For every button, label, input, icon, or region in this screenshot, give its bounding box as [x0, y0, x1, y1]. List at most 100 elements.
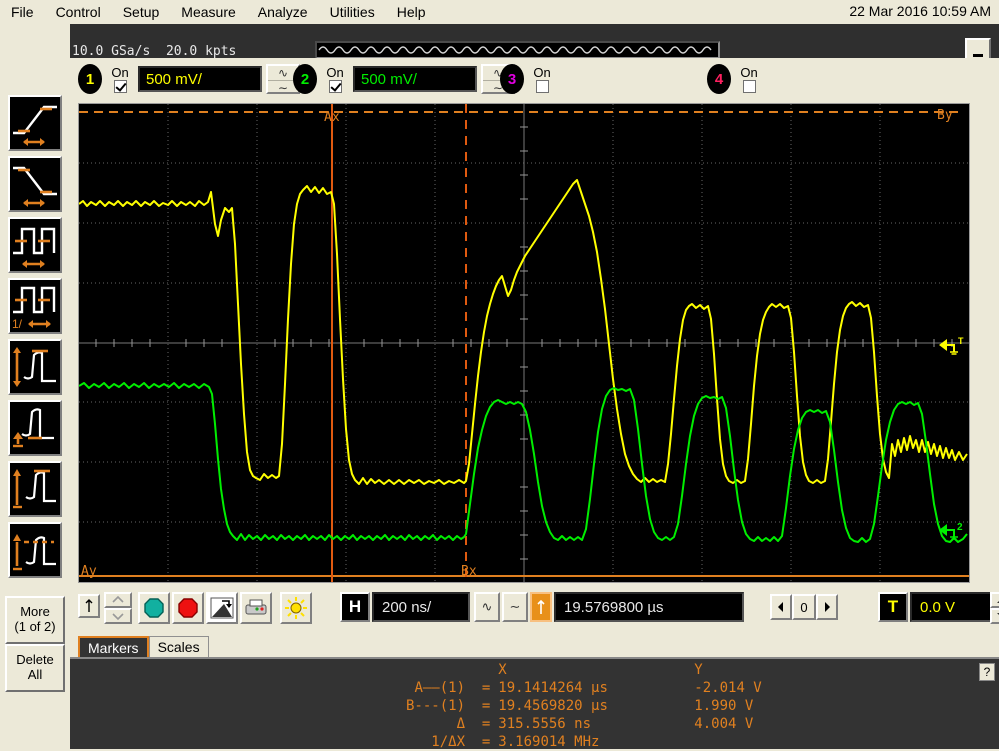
print-button[interactable] [240, 592, 272, 624]
marker-results-table: X Y A——(1) = 19.1414264 µs -2.014 V B---… [406, 661, 762, 751]
results-y-a: -2.014 V [694, 680, 762, 696]
spinner-up-button[interactable] [104, 592, 132, 608]
timebase-mode-icon: ∼ [509, 599, 521, 614]
results-x-b: 19.4569820 µs [498, 698, 608, 714]
menu-item-help[interactable]: Help [386, 2, 437, 22]
nav-next-button[interactable] [816, 594, 838, 620]
sample-rate-label: 10.0 GSa/s 20.0 kpts [72, 44, 236, 59]
channel-4-checkbox[interactable] [742, 79, 756, 93]
channel-group-2: 2 On 500 mV/ ∿ ∼ [293, 62, 515, 96]
delay-reference-button[interactable] [530, 592, 552, 622]
results-header-spacer [406, 661, 498, 679]
horizontal-scale-button[interactable]: H [340, 592, 370, 622]
channel-2-ground-marker[interactable]: 2 [937, 521, 969, 544]
nav-prev-button[interactable] [770, 594, 792, 620]
fall-time-icon[interactable] [8, 156, 62, 212]
marker-bx-label[interactable]: Bx [461, 564, 477, 579]
chevron-down-icon [112, 613, 124, 621]
delete-all-button[interactable]: Delete All [5, 644, 65, 692]
graticule-grid [79, 104, 969, 582]
delay-ref-arrow-icon [537, 599, 545, 614]
spinner-control[interactable] [104, 592, 132, 624]
single-button[interactable] [206, 592, 238, 624]
menu-item-setup[interactable]: Setup [112, 2, 171, 22]
nav-value-field[interactable]: 0 [792, 594, 816, 620]
delay-value-field[interactable]: 19.5769800 µs [554, 592, 744, 622]
channel-4-badge[interactable]: 4 [707, 64, 731, 94]
menu-item-file[interactable]: File [0, 2, 45, 22]
timebase-mode-button[interactable]: ∼ [502, 592, 528, 622]
frequency-icon[interactable]: 1/ [8, 278, 62, 334]
channel-control-row: 1 On 500 mV/ ∿ ∼ 2 On 500 mV/ ∿ ∼ 3 On 4… [70, 58, 999, 102]
more-measurements-button[interactable]: More (1 of 2) [5, 596, 65, 644]
marker-ay-label[interactable]: Ay [81, 564, 97, 579]
top-level-icon[interactable] [8, 461, 62, 517]
results-x-a: 19.1414264 µs [498, 680, 608, 696]
marker-results-panel: X Y A——(1) = 19.1414264 µs -2.014 V B---… [70, 657, 999, 751]
results-header-y: Y [694, 662, 703, 678]
results-label-invdelta: 1/ΔX = [431, 734, 491, 750]
ground-arrow-icon: 2 [939, 522, 963, 540]
acquisition-mode-button[interactable]: ∿ [474, 592, 500, 622]
pulse-width-icon[interactable] [8, 217, 62, 273]
channel-3-checkbox[interactable] [535, 79, 549, 93]
channel-2-enable[interactable]: On [321, 66, 349, 93]
nav-value: 0 [800, 599, 808, 615]
menu-item-analyze[interactable]: Analyze [247, 2, 319, 22]
menu-bar: File Control Setup Measure Analyze Utili… [0, 0, 999, 24]
timebase-scale-field[interactable]: 200 ns/ [372, 592, 470, 622]
run-button[interactable] [138, 592, 170, 624]
channel-3-on-label: On [533, 64, 551, 80]
channel-3-enable[interactable]: On [528, 66, 556, 93]
menu-item-control[interactable]: Control [45, 2, 112, 22]
channel-1-badge[interactable]: 1 [78, 64, 102, 94]
tab-markers[interactable]: Markers [78, 636, 149, 658]
channel-3-badge[interactable]: 3 [500, 64, 524, 94]
menu-item-measure[interactable]: Measure [170, 2, 246, 22]
trigger-level-up-button[interactable] [990, 592, 999, 608]
spinner-down-button[interactable] [104, 608, 132, 624]
channel-1-scale[interactable]: 500 mV/ [138, 66, 262, 92]
horizontal-label: H [348, 597, 362, 616]
measurement-toolbar: 1/ More (1 of 2) Delete All [0, 24, 70, 749]
results-label-delta: Δ = [456, 716, 491, 732]
move-up-button[interactable] [78, 594, 100, 618]
channel-2-scale[interactable]: 500 mV/ [353, 66, 477, 92]
bottom-tab-row: Markers Scales [78, 634, 209, 658]
marker-ax-label[interactable]: Ax [324, 110, 340, 125]
channel-2-badge[interactable]: 2 [293, 64, 317, 94]
autoscale-button[interactable] [280, 592, 312, 624]
chevron-up-icon [112, 595, 124, 603]
trigger-level-field[interactable]: 0.0 V [910, 592, 999, 622]
menu-item-utilities[interactable]: Utilities [319, 2, 386, 22]
base-level-icon[interactable] [8, 400, 62, 456]
svg-text:1/: 1/ [12, 317, 23, 331]
trigger-level-down-button[interactable] [990, 608, 999, 624]
ground-arrow-icon: T [939, 336, 964, 355]
results-x-delta: 315.5556 ns [498, 716, 592, 732]
channel-4-enable[interactable]: On [735, 66, 763, 93]
channel-2-on-label: On [326, 64, 344, 80]
help-button[interactable]: ? [979, 663, 995, 681]
results-y-delta: 4.004 V [694, 716, 754, 732]
results-x-invdelta: 3.169014 MHz [498, 734, 600, 750]
delete-label: Delete [16, 652, 54, 667]
amplitude-icon[interactable] [8, 339, 62, 395]
channel-1-ground-marker[interactable]: T [937, 336, 969, 359]
channel-1-checkbox[interactable] [113, 79, 127, 93]
marker-by-label[interactable]: By [937, 108, 953, 123]
tab-scales[interactable]: Scales [148, 636, 209, 658]
trigger-button[interactable]: T [878, 592, 908, 622]
stop-icon [178, 598, 198, 618]
run-icon [144, 598, 164, 618]
channel-4-on-label: On [740, 64, 758, 80]
stop-button[interactable] [172, 592, 204, 624]
peak-to-peak-icon[interactable] [8, 522, 62, 578]
results-y-b: 1.990 V [694, 698, 754, 714]
rise-time-icon[interactable] [8, 95, 62, 151]
channel-2-checkbox[interactable] [328, 79, 342, 93]
minimize-icon [973, 54, 983, 57]
waveform-display[interactable]: Ax Bx Ay By T 2 [78, 103, 970, 583]
channel-1-enable[interactable]: On [106, 66, 134, 93]
waveform-navigator[interactable] [315, 41, 720, 59]
